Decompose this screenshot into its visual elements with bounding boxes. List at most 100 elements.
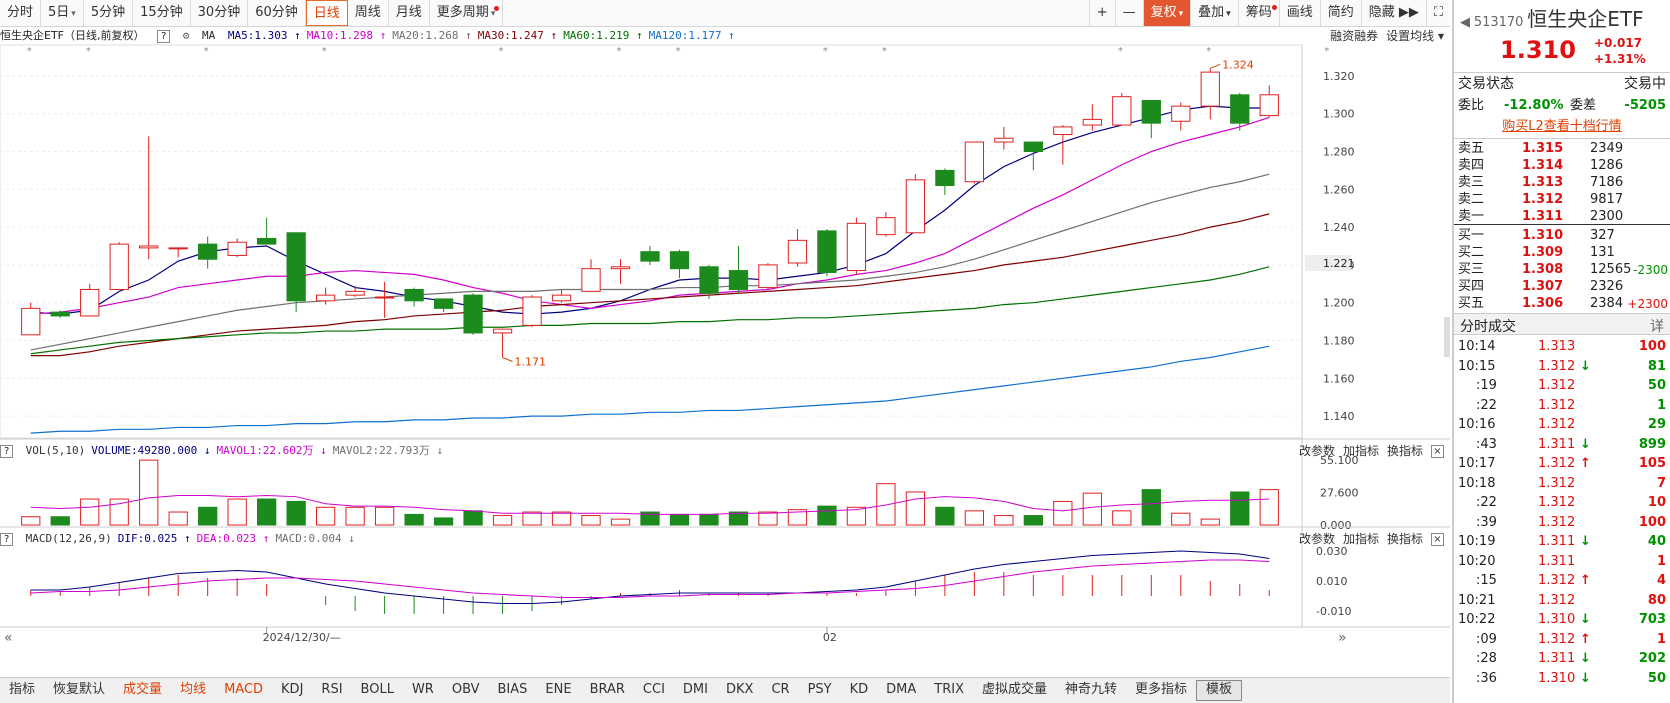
candle[interactable]	[1082, 104, 1102, 131]
indicator-tab[interactable]: 指标	[0, 678, 44, 703]
pane-button[interactable]: 换指标	[1387, 532, 1423, 546]
indicator-tab[interactable]: BOLL	[352, 678, 403, 703]
back-icon[interactable]: ◀	[1460, 15, 1470, 30]
candle[interactable]	[758, 263, 778, 290]
indicator-tab[interactable]: WR	[403, 678, 443, 703]
candle[interactable]	[994, 126, 1014, 150]
indicator-tab[interactable]: KDJ	[272, 678, 312, 703]
candle[interactable]	[257, 217, 277, 245]
candle[interactable]	[433, 298, 454, 313]
indicator-tab[interactable]: DMA	[877, 678, 925, 703]
period-tab[interactable]: 15分钟	[133, 0, 191, 26]
order-book-row[interactable]: 买二 1.309 131	[1458, 244, 1666, 262]
candle[interactable]	[286, 232, 306, 313]
toolbar-button[interactable]: —	[1114, 0, 1143, 26]
indicator-tab[interactable]: 恢复默认	[44, 678, 114, 703]
toolbar-button[interactable]: +	[1088, 0, 1115, 26]
period-tab[interactable]: 周线	[348, 0, 389, 26]
order-book-row[interactable]: 卖四 1.314 1286	[1458, 157, 1666, 175]
event-marker[interactable]: *	[882, 46, 887, 57]
toolbar-button[interactable]: ⛶	[1425, 0, 1450, 26]
candle[interactable]	[846, 217, 867, 275]
period-tab[interactable]: 5日 ▾	[41, 0, 84, 26]
panel-collapse-handle[interactable]	[1444, 317, 1450, 357]
period-tab[interactable]: 更多周期 ▾	[430, 0, 504, 26]
candle[interactable]	[551, 289, 572, 303]
event-marker[interactable]: *	[499, 46, 504, 57]
period-tab[interactable]: 30分钟	[191, 0, 249, 26]
candle[interactable]	[876, 211, 896, 237]
kline-chart[interactable]: 1.3201.3001.2801.2601.2401.2201.2001.180…	[0, 27, 1450, 675]
chart-area[interactable]: 1.3201.3001.2801.2601.2401.2201.2001.180…	[0, 27, 1450, 675]
indicator-tab[interactable]: DKX	[717, 678, 762, 703]
event-marker[interactable]: *	[617, 46, 622, 57]
indicator-tab[interactable]: CR	[762, 678, 798, 703]
indicator-tab[interactable]: CCI	[634, 678, 674, 703]
order-book-row[interactable]: 卖五 1.315 2349	[1458, 140, 1666, 158]
candle[interactable]	[168, 247, 188, 258]
candle[interactable]	[1141, 99, 1161, 139]
candle[interactable]	[463, 293, 483, 335]
help-icon[interactable]: ?	[157, 30, 171, 43]
order-book-row[interactable]: 卖二 1.312 9817	[1458, 191, 1666, 209]
close-icon[interactable]: ×	[1431, 445, 1444, 458]
candle[interactable]	[227, 238, 247, 258]
event-marker[interactable]: *	[204, 46, 209, 57]
l2-link[interactable]: 购买L2查看十档行情	[1502, 119, 1622, 134]
period-tab[interactable]: 月线	[389, 0, 430, 26]
candle[interactable]	[640, 246, 660, 265]
candle[interactable]	[315, 287, 336, 305]
candle[interactable]	[1259, 85, 1279, 118]
candle[interactable]	[109, 242, 129, 290]
scroll-left-icon[interactable]: «	[4, 630, 13, 646]
toolbar-button[interactable]: 画线	[1278, 0, 1320, 26]
indicator-tab[interactable]: PSY	[799, 678, 841, 703]
period-tab[interactable]: 日线	[305, 0, 348, 26]
pane-button[interactable]: 改参数	[1299, 532, 1335, 546]
period-tab[interactable]: 5分钟	[84, 0, 134, 26]
close-icon[interactable]: ×	[1431, 533, 1444, 546]
event-marker[interactable]: *	[27, 46, 32, 57]
order-book-row[interactable]: 买五 1.306 2384 +2300	[1458, 295, 1668, 313]
indicator-tab[interactable]: 虚拟成交量	[973, 678, 1056, 703]
indicator-tab[interactable]: BRAR	[581, 678, 634, 703]
toolbar-button[interactable]: 筹码	[1237, 0, 1279, 26]
candle[interactable]	[198, 236, 218, 269]
candle[interactable]	[669, 249, 690, 279]
indicator-tab[interactable]: 更多指标	[1126, 678, 1196, 703]
toolbar-button[interactable]: 简约	[1319, 0, 1361, 26]
candle[interactable]	[21, 302, 41, 336]
indicator-tab[interactable]: TRIX	[925, 678, 973, 703]
candle[interactable]	[345, 285, 365, 298]
event-marker[interactable]: *	[1118, 46, 1123, 57]
candle[interactable]	[374, 281, 395, 318]
candle[interactable]	[1200, 68, 1220, 120]
help-icon[interactable]: ?	[0, 532, 13, 546]
order-book-row[interactable]: 买一 1.310 327	[1458, 227, 1666, 245]
event-marker[interactable]: *	[1324, 46, 1329, 57]
pane-button[interactable]: 加指标	[1343, 532, 1379, 546]
order-book-row[interactable]: 买三 1.308 12565 -2300	[1458, 261, 1668, 279]
pane-button[interactable]: 设置均线 ▾	[1386, 29, 1444, 43]
toolbar-button[interactable]: 叠加 ▾	[1190, 0, 1238, 26]
pane-button[interactable]: 改参数	[1299, 444, 1335, 458]
candle[interactable]	[404, 287, 424, 307]
indicator-tab[interactable]: DMI	[674, 678, 717, 703]
candle[interactable]	[935, 168, 955, 195]
candle[interactable]	[817, 228, 837, 277]
candle[interactable]	[1171, 102, 1191, 131]
indicator-tab[interactable]: 模板	[1196, 680, 1243, 701]
event-marker[interactable]: *	[675, 46, 680, 57]
indicator-tab[interactable]: RSI	[312, 678, 351, 703]
help-icon[interactable]: ?	[0, 444, 13, 458]
event-marker[interactable]: *	[823, 46, 828, 57]
pane-button[interactable]: 换指标	[1387, 444, 1423, 458]
candle[interactable]	[787, 228, 808, 267]
candle[interactable]	[581, 259, 601, 292]
candle[interactable]	[139, 136, 159, 260]
period-tab[interactable]: 分时	[0, 0, 42, 26]
indicator-tab[interactable]: 均线	[171, 678, 215, 703]
indicator-tab[interactable]: BIAS	[489, 678, 537, 703]
indicator-tab[interactable]: ENE	[536, 678, 580, 703]
candle[interactable]	[522, 295, 542, 328]
